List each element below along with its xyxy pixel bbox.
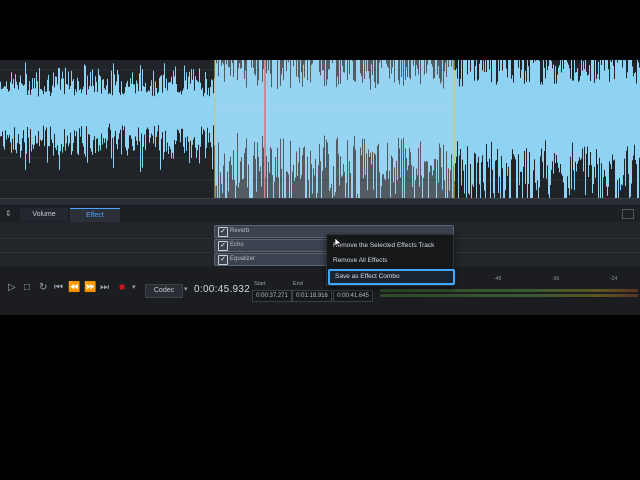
record-icon[interactable]: ■ [119,282,125,294]
effects-track-list: ✓ Reverb ✓ Echo ✓ Equalizer [0,222,640,267]
tab-effect[interactable]: Effect [70,208,120,222]
effect-row-echo: ✓ Echo [0,238,640,253]
current-time: 0:00:45.932 [194,284,251,295]
menu-item-remove-all[interactable]: Remove All Effects [333,255,387,267]
menu-item-remove-selected[interactable]: Remove the Selected Effects Track [333,240,434,252]
panel-divider[interactable] [0,198,640,205]
chevron-down-icon[interactable]: ▾ [184,285,188,293]
effect-row-reverb: ✓ Reverb [0,224,640,239]
selection-tint [215,60,454,198]
meter-tick: -48 [494,276,502,282]
checkbox-icon[interactable]: ✓ [218,227,228,237]
stop-icon[interactable]: □ [24,282,30,294]
audio-editor: ⇕ Volume Effect ✓ Reverb ✓ Echo ✓ Equali… [0,60,640,315]
context-menu: Remove the Selected Effects Track Remove… [326,234,455,286]
meter-bar-right [380,294,638,297]
end-label: End [293,281,303,287]
effect-label: Echo [230,242,244,248]
effect-row-equalizer: ✓ Equalizer [0,252,640,267]
meter-tick: -24 [610,276,618,282]
tabs-bar: ⇕ Volume Effect [0,206,640,223]
meter-bar-left [380,289,638,292]
expand-toggle-icon[interactable]: ⇕ [5,209,12,218]
meter-tick: -36 [552,276,560,282]
skip-forward-icon[interactable]: ⏭ [100,282,109,294]
start-label: Start [254,281,266,287]
effect-label: Reverb [230,228,250,234]
record-options-icon[interactable]: ▾ [132,282,136,294]
codec-button[interactable]: Codec [145,284,183,298]
rewind-icon[interactable]: ⏪ [68,282,80,294]
checkbox-icon[interactable]: ✓ [218,241,228,251]
loop-icon[interactable]: ↻ [39,282,47,294]
fast-forward-icon[interactable]: ⏩ [84,282,96,294]
skip-back-icon[interactable]: ⏮ [54,282,63,294]
mouse-cursor-icon [335,238,342,248]
start-time-field[interactable]: 0:00:37.271 [252,290,292,302]
duration-time-field[interactable]: 0:00:41.645 [333,290,373,302]
checkbox-icon[interactable]: ✓ [218,255,228,265]
waveform-view[interactable] [0,60,640,198]
menu-item-save-effect-combo[interactable]: Save as Effect Combo [328,269,455,285]
tab-volume[interactable]: Volume [20,208,68,221]
transport-bar: ▷ □ ↻ ⏮ ⏪ ⏩ ⏭ ■ ▾ Codec ▾ 0:00:45.932 St… [0,266,640,310]
play-icon[interactable]: ▷ [8,282,16,294]
end-time-field[interactable]: 0:01:18.916 [292,290,332,302]
panel-options-icon[interactable] [622,209,634,219]
waveform-canvas[interactable] [0,60,640,198]
effect-label: Equalizer [230,256,256,262]
